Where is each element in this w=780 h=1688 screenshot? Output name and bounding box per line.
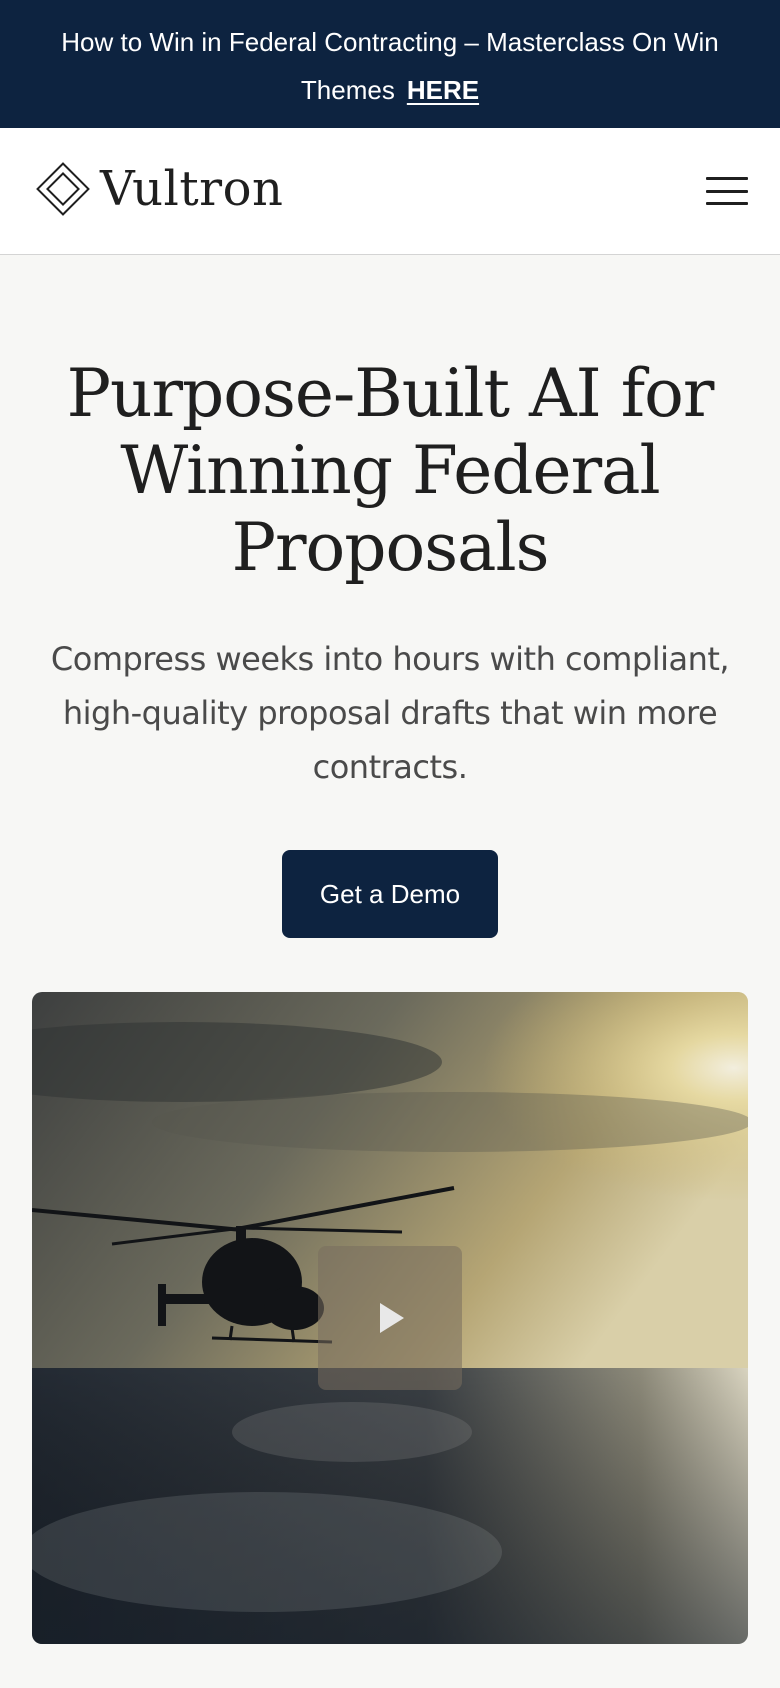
announcement-bar: How to Win in Federal Contracting – Mast… <box>0 0 780 128</box>
hero-title: Purpose-Built AI for Winning Federal Pro… <box>66 355 715 586</box>
get-demo-button[interactable]: Get a Demo <box>282 850 498 938</box>
hero-video[interactable] <box>32 992 748 1644</box>
site-header: Vultron <box>0 128 780 255</box>
announcement-text: How to Win in Federal Contracting – Mast… <box>61 27 719 105</box>
vultron-logo-icon <box>36 162 90 216</box>
brand-name: Vultron <box>100 161 284 217</box>
brand-logo[interactable]: Vultron <box>32 158 283 220</box>
play-icon <box>380 1303 404 1333</box>
hero-section: Purpose-Built AI for Winning Federal Pro… <box>0 255 780 938</box>
hero-subtitle: Compress weeks into hours with compliant… <box>50 640 730 786</box>
play-button[interactable] <box>318 1246 462 1390</box>
hamburger-menu-icon[interactable] <box>706 170 748 212</box>
announcement-link[interactable]: HERE <box>407 75 479 105</box>
